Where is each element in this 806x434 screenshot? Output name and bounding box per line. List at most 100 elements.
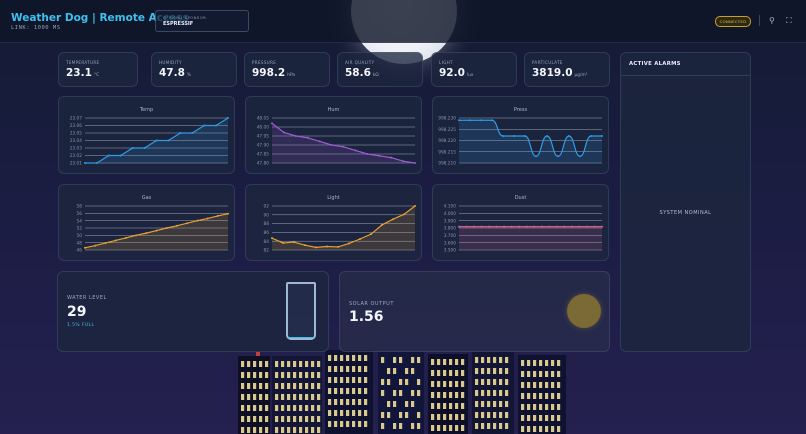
window [275,372,279,378]
window [493,379,497,385]
series-area [459,226,602,250]
window [475,412,479,418]
y-tick-label: 47.90 [257,143,270,149]
data-point [227,117,229,119]
press-chart: 998.230 998.225 998.220 998.215 998.210 [438,116,603,167]
data-point [378,154,381,157]
gas-chart: 585654 525048 46 [77,204,229,254]
sun-icon [567,294,601,328]
alarms-divider [621,75,750,76]
window [259,416,263,422]
y-tick-label: 47.80 [257,161,270,167]
window [455,392,459,398]
window [293,383,297,389]
data-point [370,233,372,236]
fullscreen-icon[interactable]: ⛶ [786,15,792,26]
data-point [315,246,317,249]
window [431,359,435,365]
window [281,394,285,400]
y-tick-label: 998.230 [438,116,456,122]
window [352,355,356,361]
window [499,423,503,429]
window [557,382,561,388]
window [545,404,549,410]
window [328,388,332,394]
window [461,381,465,387]
data-point [94,244,97,247]
window [393,401,397,407]
data-point [293,241,295,244]
window [455,414,459,420]
window [475,379,479,385]
series-area [272,123,415,163]
data-point [167,139,170,142]
window [265,427,269,433]
window [287,416,291,422]
data-point [414,162,416,164]
window [317,394,321,400]
window [328,399,332,405]
chart-card-light: Light 92 90 88 86 84 82 [245,184,422,261]
window [437,381,441,387]
data-point [495,225,498,228]
window [443,403,447,409]
window [461,392,465,398]
window [340,366,344,372]
window [461,403,465,409]
window [405,401,409,407]
window [487,390,491,396]
window [475,401,479,407]
data-point [510,225,513,228]
window [551,382,555,388]
window [493,368,497,374]
data-point [502,135,504,137]
data-point [513,135,515,137]
window [328,366,332,372]
data-point [175,224,178,227]
window [334,355,338,361]
window [247,416,251,422]
window [527,415,531,421]
window [265,361,269,367]
window [527,371,531,377]
pin-icon[interactable]: ⚲ [769,15,775,26]
window [533,382,537,388]
window [411,390,415,396]
window [305,383,309,389]
y-tick-label: 23.04 [70,138,83,144]
window [461,425,465,431]
window [275,361,279,367]
window [299,383,303,389]
window [505,412,509,418]
window [487,423,491,429]
window [317,361,321,367]
window [275,427,279,433]
data-point [84,246,86,249]
water-level-label: WATER LEVEL [67,295,107,301]
window [334,366,338,372]
y-tick-label: 48.05 [257,116,270,122]
window [305,427,309,433]
window [299,394,303,400]
window [417,390,421,396]
window [299,416,303,422]
window [281,427,285,433]
window [475,368,479,374]
window [527,393,531,399]
data-point [465,225,468,228]
y-tick-label: 998.210 [438,161,456,167]
window [253,405,257,411]
window [305,372,309,378]
window [545,360,549,366]
data-point [104,242,107,245]
data-point [318,140,321,143]
hum-chart: 48.05 48.00 47.95 47.90 47.85 47.80 [257,116,416,167]
data-point [518,225,521,228]
y-tick-label: 3.900 [444,218,457,224]
window [293,394,297,400]
metric-card-humidity: HUMIDITY 47.8% [151,52,237,87]
window [265,394,269,400]
data-point [135,234,138,237]
window [328,377,332,383]
solar-output-card: SOLAR OUTPUT 1.56 [339,271,610,352]
